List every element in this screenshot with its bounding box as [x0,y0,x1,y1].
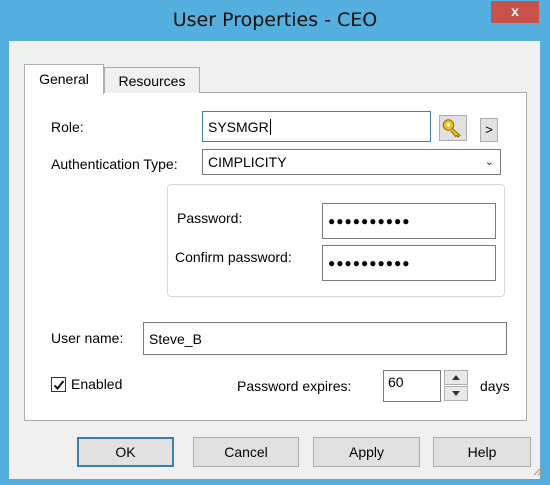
role-value: SYSMGR [208,118,269,135]
role-input[interactable]: SYSMGR [202,111,431,142]
auth-type-value: CIMPLICITY [208,154,287,170]
tab-resources[interactable]: Resources [104,67,200,93]
title-bar[interactable]: User Properties - CEO x [0,0,550,40]
text-caret [269,118,271,135]
username-value: Steve_B [149,330,202,347]
checkmark-icon [53,380,65,390]
password-expires-value: 60 [388,374,404,390]
role-label: Role: [51,119,84,135]
tab-general[interactable]: General [24,64,104,94]
resize-grip-icon[interactable] [531,462,545,476]
enabled-label: Enabled [71,376,123,392]
close-icon: x [511,3,519,19]
password-input[interactable]: ●●●●●●●●●● [322,203,496,239]
password-expires-input[interactable]: 60 [383,370,441,402]
auth-type-label: Authentication Type: [51,156,178,172]
enabled-checkbox[interactable] [51,377,66,392]
chevron-down-icon: ⌄ [484,156,494,168]
password-value: ●●●●●●●●●● [328,214,411,228]
days-label: days [480,378,510,394]
help-button[interactable]: Help [433,437,531,467]
apply-button[interactable]: Apply [313,437,420,467]
confirm-password-value: ●●●●●●●●●● [328,256,411,270]
spin-up-button[interactable] [444,370,468,385]
password-label: Password: [177,210,243,226]
username-input[interactable]: Steve_B [143,322,507,355]
password-expires-spinner[interactable] [444,370,468,402]
close-button[interactable]: x [491,1,539,23]
key-icon [442,119,461,138]
ok-button[interactable]: OK [77,437,174,467]
role-more-button[interactable]: > [480,118,498,142]
window-title: User Properties - CEO [172,9,378,31]
user-properties-window: User Properties - CEO x General Resource… [0,0,550,485]
password-expires-label: Password expires: [237,378,352,394]
cancel-button[interactable]: Cancel [193,437,299,467]
auth-type-select[interactable]: CIMPLICITY ⌄ [202,149,501,175]
username-label: User name: [51,330,124,346]
role-lookup-button[interactable] [439,115,467,141]
confirm-password-label: Confirm password: [175,249,292,265]
spin-down-button[interactable] [444,386,468,401]
confirm-password-input[interactable]: ●●●●●●●●●● [322,245,496,281]
